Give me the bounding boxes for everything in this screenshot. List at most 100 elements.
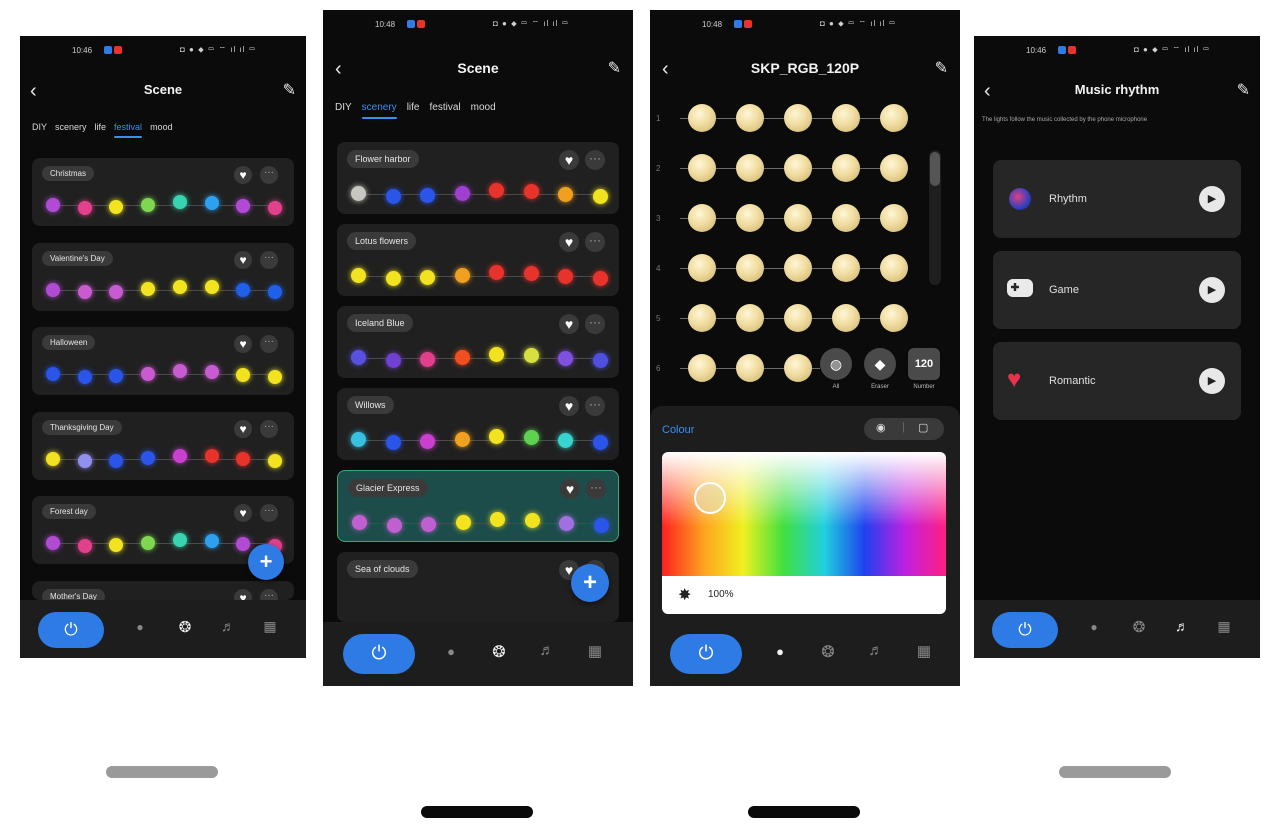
scene-card[interactable]: Flower harbor ♥ ···: [337, 142, 619, 214]
favorite-icon[interactable]: ♥: [234, 250, 252, 269]
more-options-icon[interactable]: ···: [260, 335, 278, 353]
led-bulb[interactable]: [832, 304, 860, 332]
led-bulb[interactable]: [832, 204, 860, 232]
add-scene-button[interactable]: +: [248, 544, 284, 580]
nav-music-icon[interactable]: ♬: [537, 642, 557, 659]
led-bulb[interactable]: [736, 104, 764, 132]
led-bulb[interactable]: [880, 254, 908, 282]
nav-music-icon[interactable]: ♬: [1172, 618, 1192, 634]
favorite-icon[interactable]: ♥: [234, 419, 252, 438]
edit-icon[interactable]: ✎: [283, 80, 296, 100]
nav-palette-icon[interactable]: ❂: [489, 642, 509, 662]
led-bulb[interactable]: [880, 304, 908, 332]
swatch-mode-icon[interactable]: ▢: [918, 421, 928, 434]
more-options-icon[interactable]: ···: [260, 166, 278, 184]
scene-card[interactable]: Thanksgiving Day ♥ ···: [32, 411, 294, 480]
scene-card[interactable]: Halloween ♥ ···: [32, 327, 294, 395]
tab-festival[interactable]: festival: [429, 102, 460, 113]
matrix-scroll-thumb[interactable]: [930, 152, 940, 186]
led-bulb[interactable]: [784, 204, 812, 232]
add-scene-button[interactable]: +: [571, 564, 609, 602]
number-tool[interactable]: 120: [908, 348, 940, 380]
led-bulb[interactable]: [880, 104, 908, 132]
scene-card[interactable]: Glacier Express ♥ ···: [337, 470, 619, 542]
edit-icon[interactable]: ✎: [608, 58, 621, 78]
colour-picker-area[interactable]: [662, 452, 946, 576]
nav-timer-icon[interactable]: ▦: [585, 642, 605, 660]
led-bulb[interactable]: [784, 304, 812, 332]
scene-card[interactable]: Lotus flowers ♥ ···: [337, 224, 619, 296]
power-button[interactable]: ⏻: [670, 634, 742, 674]
nav-timer-icon[interactable]: ▦: [914, 642, 934, 660]
edit-icon[interactable]: ✎: [935, 58, 948, 78]
led-bulb[interactable]: [832, 154, 860, 182]
favorite-icon[interactable]: ♥: [560, 479, 580, 499]
more-options-icon[interactable]: ···: [585, 150, 605, 170]
led-bulb[interactable]: [688, 254, 716, 282]
favorite-icon[interactable]: ♥: [234, 335, 252, 353]
led-bulb[interactable]: [688, 104, 716, 132]
more-options-icon[interactable]: ···: [585, 396, 605, 416]
play-icon[interactable]: ▶: [1199, 186, 1225, 212]
colour-mode-toggle[interactable]: ◉ | ▢: [864, 418, 944, 440]
nav-bulb-icon[interactable]: ●: [770, 644, 790, 659]
nav-bulb-icon[interactable]: ●: [441, 644, 461, 659]
scene-card[interactable]: Valentine's Day ♥ ···: [32, 242, 294, 311]
nav-music-icon[interactable]: ♬: [218, 618, 238, 634]
nav-bulb-icon[interactable]: ●: [1084, 620, 1104, 634]
led-bulb[interactable]: [832, 254, 860, 282]
tab-life[interactable]: life: [95, 122, 107, 132]
tab-scenery[interactable]: scenery: [361, 102, 397, 119]
nav-timer-icon[interactable]: ▦: [260, 618, 280, 635]
led-bulb[interactable]: [688, 204, 716, 232]
power-button[interactable]: ⏻: [343, 634, 415, 674]
mode-card-game[interactable]: Game ▶: [993, 251, 1241, 329]
nav-palette-icon[interactable]: ❂: [175, 618, 195, 636]
mode-card-rhythm[interactable]: Rhythm ▶: [993, 160, 1241, 238]
scene-card[interactable]: Mother's Day ♥ ···: [32, 580, 294, 607]
picker-cursor[interactable]: [694, 482, 726, 514]
nav-bulb-icon[interactable]: ●: [130, 620, 150, 634]
led-bulb[interactable]: [688, 154, 716, 182]
edit-icon[interactable]: ✎: [1237, 80, 1250, 100]
favorite-icon[interactable]: ♥: [234, 504, 252, 522]
led-bulb[interactable]: [784, 154, 812, 182]
led-bulb[interactable]: [880, 154, 908, 182]
tab-festival[interactable]: festival: [114, 122, 143, 138]
led-bulb[interactable]: [736, 154, 764, 182]
led-bulb[interactable]: [736, 204, 764, 232]
favorite-icon[interactable]: ♥: [559, 232, 579, 252]
tab-scenery[interactable]: scenery: [55, 122, 87, 132]
led-bulb[interactable]: [736, 304, 764, 332]
mode-card-romantic[interactable]: ♥ Romantic ▶: [993, 342, 1241, 420]
scene-card[interactable]: Iceland Blue ♥ ···: [337, 306, 619, 378]
more-options-icon[interactable]: ···: [585, 232, 605, 252]
led-bulb[interactable]: [736, 254, 764, 282]
tab-mood[interactable]: mood: [471, 102, 496, 113]
led-bulb[interactable]: [784, 354, 812, 382]
wheel-mode-icon[interactable]: ◉: [876, 421, 886, 434]
led-bulb[interactable]: [784, 104, 812, 132]
power-button[interactable]: ⏻: [992, 612, 1058, 648]
led-bulb[interactable]: [880, 204, 908, 232]
favorite-icon[interactable]: ♥: [559, 396, 579, 416]
more-options-icon[interactable]: ···: [260, 504, 278, 522]
led-bulb[interactable]: [832, 104, 860, 132]
favorite-icon[interactable]: ♥: [559, 314, 579, 334]
favorite-icon[interactable]: ♥: [234, 166, 252, 184]
tab-mood[interactable]: mood: [150, 122, 173, 132]
scene-card[interactable]: Willows ♥ ···: [337, 388, 619, 460]
power-button[interactable]: ⏻: [38, 612, 104, 648]
play-icon[interactable]: ▶: [1199, 368, 1225, 394]
tab-DIY[interactable]: DIY: [32, 122, 47, 132]
led-bulb[interactable]: [784, 254, 812, 282]
play-icon[interactable]: ▶: [1199, 277, 1225, 303]
more-options-icon[interactable]: ···: [260, 250, 278, 269]
more-options-icon[interactable]: ···: [586, 479, 606, 499]
nav-palette-icon[interactable]: ❂: [818, 642, 838, 662]
led-bulb[interactable]: [736, 354, 764, 382]
scene-card[interactable]: Christmas ♥ ···: [32, 158, 294, 226]
brightness-bar[interactable]: ✸ 100%: [662, 576, 946, 614]
tab-DIY[interactable]: DIY: [335, 102, 352, 113]
nav-timer-icon[interactable]: ▦: [1214, 618, 1234, 635]
